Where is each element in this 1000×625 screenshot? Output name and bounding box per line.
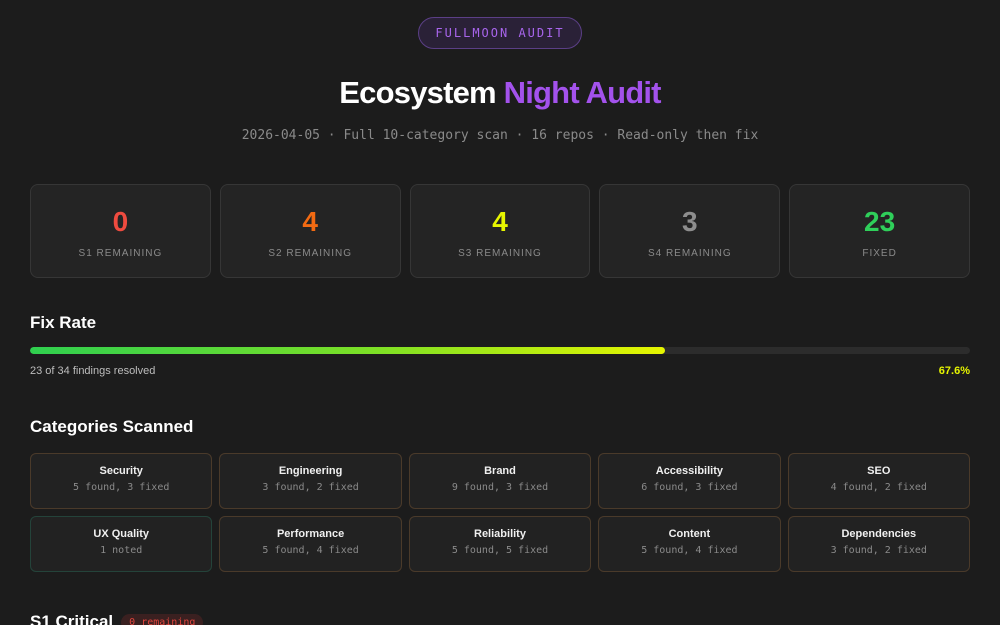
category-detail: 3 found, 2 fixed: [830, 545, 927, 556]
stat-value: 3: [682, 206, 698, 237]
category-detail: 5 found, 4 fixed: [262, 545, 359, 556]
stat-label: FIXED: [862, 248, 897, 259]
title-accent: Night Audit: [503, 75, 662, 110]
stat-label: S3 REMAINING: [458, 248, 542, 259]
s1-critical-title: S1 Critical: [30, 612, 114, 625]
fix-rate-meta: 23 of 34 findings resolved 67.6%: [30, 365, 970, 377]
category-name: Dependencies: [841, 528, 917, 540]
fix-rate-progress-bar: [30, 347, 970, 354]
page-title: Ecosystem Night Audit: [30, 73, 970, 113]
stat-label: S4 REMAINING: [647, 248, 732, 259]
categories-title: Categories Scanned: [30, 417, 194, 436]
stat-value: 4: [302, 206, 318, 237]
category-detail: 5 found, 4 fixed: [641, 545, 738, 556]
stat-label: S2 REMAINING: [268, 248, 353, 259]
category-detail: 1 noted: [100, 545, 143, 556]
category-card-seo: SEO 4 found, 2 fixed: [787, 453, 970, 509]
stat-card-s1: 0 S1 REMAINING: [30, 184, 211, 278]
s1-remaining-pill: 0 remaining: [121, 613, 204, 625]
fix-rate-percent: 67.6%: [938, 365, 970, 377]
title-main: Ecosystem: [339, 75, 496, 110]
category-name: Security: [99, 465, 143, 477]
category-card-engineering: Engineering 3 found, 2 fixed: [219, 453, 402, 509]
fix-rate-resolved-text: 23 of 34 findings resolved: [30, 365, 156, 377]
category-detail: 3 found, 2 fixed: [262, 482, 359, 493]
category-name: UX Quality: [93, 528, 149, 540]
category-card-reliability: Reliability 5 found, 5 fixed: [408, 516, 592, 572]
category-card-security: Security 5 found, 3 fixed: [30, 453, 213, 509]
s1-critical-section: S1 Critical 0 remaining: [30, 610, 970, 625]
category-card-dependencies: Dependencies 3 found, 2 fixed: [787, 516, 970, 572]
categories-grid: Security 5 found, 3 fixed Engineering 3 …: [30, 453, 970, 572]
stat-value: 0: [112, 206, 129, 237]
category-detail: 4 found, 2 fixed: [830, 482, 927, 493]
category-name: SEO: [867, 465, 891, 477]
category-detail: 6 found, 3 fixed: [641, 482, 738, 493]
stat-label: S1 REMAINING: [78, 248, 163, 259]
category-name: Performance: [276, 528, 345, 540]
fix-rate-section: Fix Rate 23 of 34 findings resolved 67.6…: [30, 311, 970, 377]
page-subtitle: 2026-04-05 · Full 10-category scan · 16 …: [241, 128, 759, 143]
stat-card-s3: 4 S3 REMAINING: [409, 184, 591, 278]
stat-value: 4: [492, 206, 508, 237]
category-detail: 5 found, 3 fixed: [73, 482, 170, 493]
category-name: Engineering: [278, 465, 343, 477]
category-name: Reliability: [474, 528, 526, 540]
badge-wrap: FULLMOON AUDIT: [30, 0, 970, 49]
audit-badge: FULLMOON AUDIT: [418, 17, 582, 49]
category-card-performance: Performance 5 found, 4 fixed: [219, 516, 402, 572]
category-card-accessibility: Accessibility 6 found, 3 fixed: [598, 453, 781, 509]
stat-value: 23: [864, 206, 896, 237]
category-name: Content: [668, 528, 711, 540]
category-name: Accessibility: [655, 465, 724, 477]
category-detail: 9 found, 3 fixed: [451, 482, 549, 493]
category-card-content: Content 5 found, 4 fixed: [598, 516, 781, 572]
fix-rate-progress-fill: [30, 347, 666, 354]
fix-rate-title: Fix Rate: [30, 313, 97, 332]
category-name: Brand: [484, 465, 516, 477]
stat-card-fixed: 23 FIXED: [789, 184, 970, 278]
stat-card-s2: 4 S2 REMAINING: [219, 184, 401, 278]
audit-page: FULLMOON AUDIT Ecosystem Night Audit 202…: [0, 0, 1000, 625]
category-card-ux-quality: UX Quality 1 noted: [30, 516, 213, 572]
category-detail: 5 found, 5 fixed: [451, 545, 549, 556]
categories-section: Categories Scanned Security 5 found, 3 f…: [30, 415, 970, 572]
stat-card-s4: 3 S4 REMAINING: [599, 184, 781, 278]
stats-row: 0 S1 REMAINING 4 S2 REMAINING 4 S3 REMAI…: [30, 184, 970, 278]
category-card-brand: Brand 9 found, 3 fixed: [408, 453, 592, 509]
